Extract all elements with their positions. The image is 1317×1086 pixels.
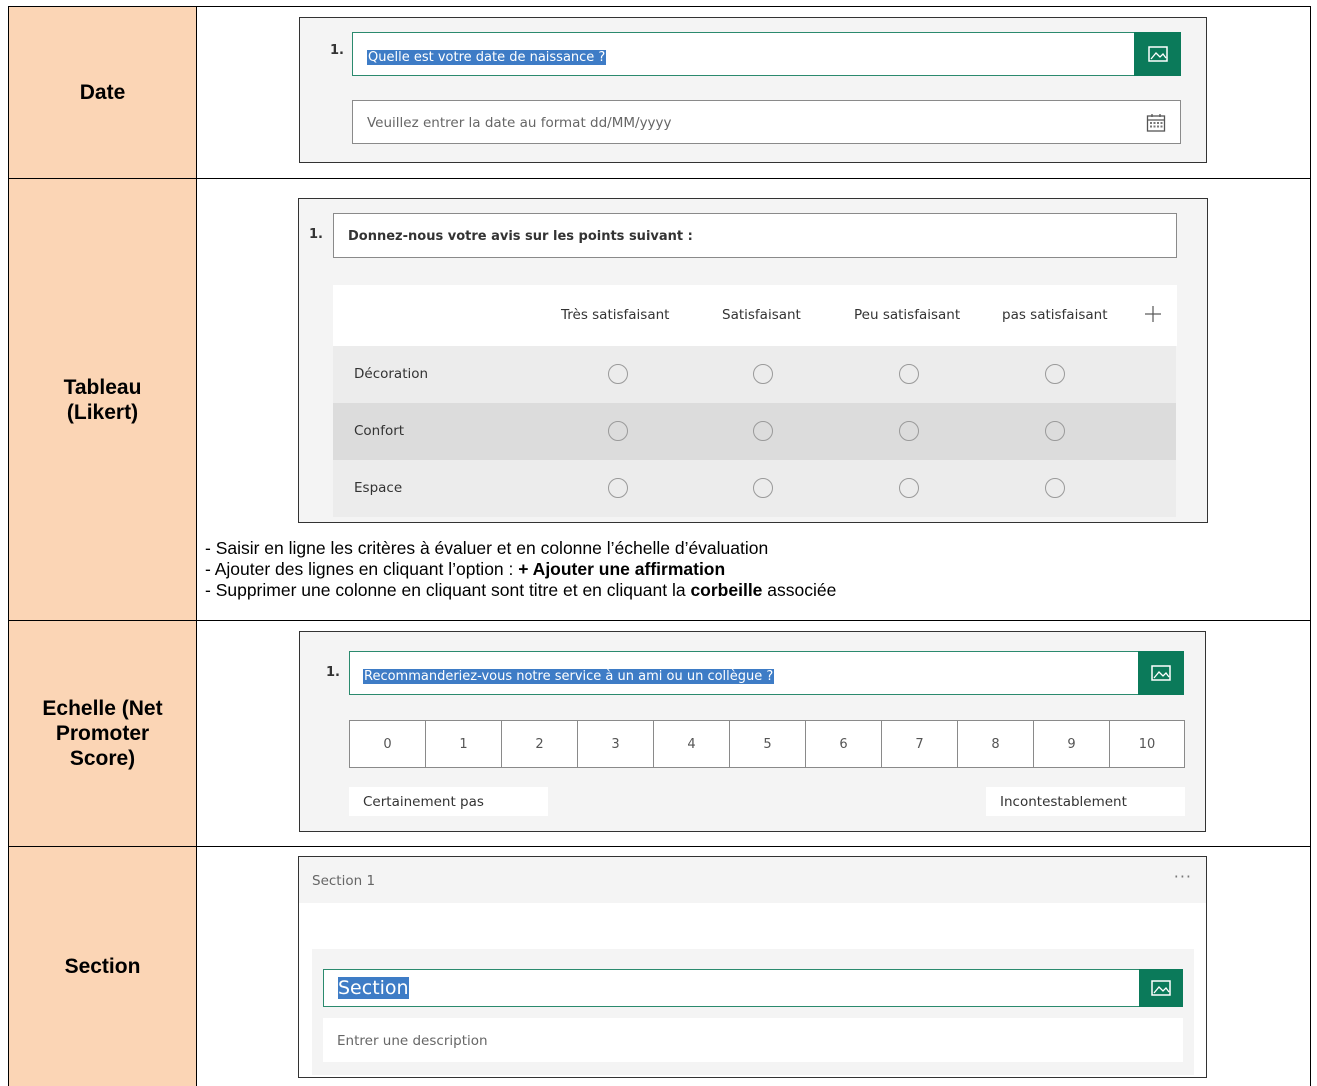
likert-row-label: Espace: [354, 480, 403, 496]
section-header-bar: Section 1 ···: [299, 857, 1206, 903]
row-label: Section: [9, 847, 197, 1086]
nps-option[interactable]: 6: [805, 720, 882, 768]
likert-radio[interactable]: [899, 364, 919, 384]
likert-radio[interactable]: [608, 478, 628, 498]
likert-radio[interactable]: [1045, 364, 1065, 384]
row-label: Date: [9, 7, 197, 178]
likert-radio[interactable]: [899, 421, 919, 441]
nps-option[interactable]: 9: [1033, 720, 1110, 768]
section-header-title: Section 1: [312, 873, 376, 889]
nps-option[interactable]: 8: [957, 720, 1034, 768]
likert-radio[interactable]: [899, 478, 919, 498]
likert-row-label: Décoration: [354, 366, 429, 382]
question-title-text: Donnez-nous votre avis sur les points su…: [348, 229, 693, 244]
likert-grid: Très satisfaisant Satisfaisant Peu satis…: [333, 285, 1177, 517]
insert-image-button[interactable]: [1138, 651, 1184, 695]
calendar-icon[interactable]: [1146, 113, 1166, 133]
likert-radio[interactable]: [608, 421, 628, 441]
nps-option[interactable]: 10: [1109, 720, 1185, 768]
insert-image-button[interactable]: [1139, 969, 1183, 1007]
likert-row: Confort: [333, 403, 1176, 460]
likert-row: Espace: [333, 460, 1176, 517]
likert-column-header[interactable]: Satisfaisant: [722, 307, 801, 323]
row-label: Tableau (Likert): [9, 179, 197, 620]
row-label: Echelle (Net Promoter Score): [9, 621, 197, 846]
likert-radio[interactable]: [1045, 478, 1065, 498]
date-question-panel: 1. Quelle est votre date de naissance ? …: [299, 17, 1207, 163]
section-panel: Section 1 ··· Section Entrer une descrip…: [298, 856, 1207, 1078]
image-icon: [1147, 46, 1168, 62]
image-icon: [1151, 665, 1171, 681]
question-title-text: Recommanderiez-vous notre service à un a…: [363, 669, 775, 684]
instruction-line: - Supprimer une colonne en cliquant sont…: [205, 580, 837, 600]
likert-question-panel: 1. Donnez-nous votre avis sur les points…: [298, 198, 1208, 523]
section-description-field[interactable]: Entrer une description: [323, 1018, 1183, 1062]
question-number: 1.: [326, 665, 340, 680]
likert-radio[interactable]: [1045, 421, 1065, 441]
nps-scale: 0 1 2 3 4 5 6 7 8 9 10: [349, 720, 1185, 768]
section-body: Section Entrer une description: [312, 949, 1194, 1075]
nps-option[interactable]: 5: [729, 720, 806, 768]
likert-column-header[interactable]: pas satisfaisant: [1002, 307, 1107, 323]
question-number: 1.: [330, 43, 344, 58]
likert-radio[interactable]: [753, 364, 773, 384]
question-title-field[interactable]: Quelle est votre date de naissance ?: [352, 32, 1136, 76]
ellipsis-icon[interactable]: ···: [1174, 867, 1192, 886]
likert-row-label: Confort: [354, 423, 405, 439]
likert-header-row: Très satisfaisant Satisfaisant Peu satis…: [333, 285, 1177, 346]
question-title-text: Quelle est votre date de naissance ?: [367, 50, 607, 65]
nps-option[interactable]: 2: [501, 720, 578, 768]
section-description-placeholder: Entrer une description: [337, 1033, 488, 1049]
likert-radio[interactable]: [753, 421, 773, 441]
instruction-line: - Ajouter des lignes en cliquant l’optio…: [205, 559, 726, 579]
plus-icon[interactable]: [1144, 305, 1162, 323]
nps-question-panel: 1. Recommanderiez-vous notre service à u…: [299, 631, 1206, 832]
section-title-field[interactable]: Section: [323, 969, 1141, 1007]
nps-high-label[interactable]: Incontestablement: [986, 787, 1185, 816]
section-title-text: Section: [338, 977, 409, 999]
nps-option[interactable]: 4: [653, 720, 730, 768]
likert-row: Décoration: [333, 346, 1176, 403]
date-input[interactable]: Veuillez entrer la date au format dd/MM/…: [352, 100, 1181, 144]
likert-radio[interactable]: [753, 478, 773, 498]
question-title-field[interactable]: Recommanderiez-vous notre service à un a…: [349, 651, 1139, 695]
likert-radio[interactable]: [608, 364, 628, 384]
likert-instructions: - Saisir en ligne les critères à évaluer…: [205, 538, 836, 601]
nps-low-label[interactable]: Certainement pas: [349, 787, 548, 816]
instruction-line: - Saisir en ligne les critères à évaluer…: [205, 538, 769, 558]
insert-image-button[interactable]: [1134, 32, 1181, 76]
nps-option[interactable]: 3: [577, 720, 654, 768]
likert-column-header[interactable]: Très satisfaisant: [561, 307, 669, 323]
question-title-field[interactable]: Donnez-nous votre avis sur les points su…: [333, 213, 1177, 258]
question-number: 1.: [309, 227, 323, 242]
nps-option[interactable]: 0: [349, 720, 426, 768]
image-icon: [1151, 980, 1171, 996]
nps-option[interactable]: 1: [425, 720, 502, 768]
likert-column-header[interactable]: Peu satisfaisant: [854, 307, 960, 323]
date-placeholder: Veuillez entrer la date au format dd/MM/…: [367, 115, 672, 131]
nps-option[interactable]: 7: [881, 720, 958, 768]
